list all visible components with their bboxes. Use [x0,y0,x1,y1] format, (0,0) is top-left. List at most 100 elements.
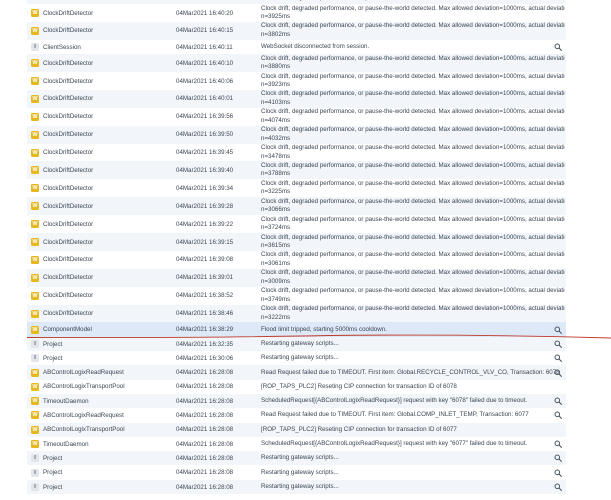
timestamp: 04Mar2021 16:38:46 [176,310,234,318]
log-message: Clock drift, degraded performance, or pa… [261,180,565,197]
magnifier-icon[interactable] [554,454,562,463]
logger-name: ClockDriftDetector [43,184,94,192]
timestamp: 04Mar2021 16:40:11 [176,43,233,51]
log-message: Restarting gateway scripts... [261,340,565,348]
log-message-line-2: n=3615ms [261,241,291,249]
info-level-badge: I [31,454,39,463]
logger-name: TimeoutDaemon [43,397,89,405]
timestamp: 04Mar2021 16:39:50 [176,131,234,139]
log-message-line-1: Clock drift, degraded performance, or pa… [261,90,565,98]
log-row[interactable]: W ClockDriftDetector 04Mar2021 16:39:22 … [27,215,566,233]
magnifier-icon[interactable] [554,354,562,363]
log-message-line-2: n=4074ms [261,116,291,124]
log-message: Read Request failed due to TIMEOUT. Firs… [261,369,565,377]
log-message-line-1: [ROP_TAPS_PLC2] Reseting CIP connection … [261,382,457,390]
log-message: ScheduledRequest[{ABControlLogixReadRequ… [261,397,565,405]
info-level-badge: I [31,339,39,348]
log-message-line-1: Clock drift, degraded performance, or pa… [261,162,565,170]
log-row[interactable]: I Project 04Mar2021 16:32:35 Restarting … [27,336,566,352]
log-message-line-2: n=4032ms [261,134,291,142]
magnifier-icon[interactable] [554,397,562,406]
log-message: Restarting gateway scripts... [261,454,565,462]
log-row[interactable]: W ClockDriftDetector 04Mar2021 16:40:20 … [27,4,566,22]
timestamp: 04Mar2021 16:28:08 [176,412,234,420]
log-row[interactable]: W ABControlLogixTransportPool 04Mar2021 … [27,379,566,394]
log-message-line-2: n=3802ms [261,30,291,38]
magnifier-icon[interactable] [554,326,562,334]
logger-name: Project [43,354,63,362]
logger-name: ComponentModel [43,326,92,334]
log-row[interactable]: W ClockDriftDetector 04Mar2021 16:38:52 … [27,286,566,305]
log-row[interactable]: I Project 04Mar2021 16:28:08 Restarting … [27,451,566,466]
logger-name: Project [43,340,63,348]
log-row[interactable]: W ClockDriftDetector 04Mar2021 16:40:10 … [27,54,566,72]
log-row[interactable]: I Project 04Mar2021 16:28:08 Restarting … [27,465,566,480]
log-message: [ROP_TAPS_PLC2] Reseting CIP connection … [261,383,565,391]
log-message-line-1: Clock drift, degraded performance, or pa… [261,126,565,134]
warning-level-badge: W [31,368,39,377]
timestamp: 04Mar2021 16:38:29 [176,326,234,334]
log-row[interactable]: W ClockDriftDetector 04Mar2021 16:39:01 … [27,268,566,287]
log-message-line-1: Clock drift, degraded performance, or pa… [261,287,565,295]
log-row[interactable]: W TimeoutDaemon 04Mar2021 16:28:08 Sched… [27,436,566,452]
log-message-line-2: n=3880ms [261,63,291,71]
log-message-line-1: Restarting gateway scripts... [261,339,339,347]
magnifier-icon[interactable] [554,469,562,477]
log-row[interactable]: W ClockDriftDetector 04Mar2021 16:39:40 … [27,161,566,180]
log-message-line-1: Clock drift, degraded performance, or pa… [261,144,565,152]
logger-name: ClientSession [43,43,81,51]
log-row[interactable]: W ClockDriftDetector 04Mar2021 16:40:06 … [27,71,566,90]
logger-name: ABControlLogixTransportPool [43,426,125,434]
log-row[interactable]: W ClockDriftDetector 04Mar2021 16:39:15 … [27,232,566,251]
log-message-line-1: Restarting gateway scripts... [261,354,339,362]
magnifier-icon[interactable] [554,43,562,51]
log-message-line-1: Clock drift, degraded performance, or pa… [261,179,565,187]
warning-level-badge: W [31,130,39,139]
magnifier-icon[interactable] [554,483,562,491]
log-row[interactable]: W TimeoutDaemon 04Mar2021 16:28:08 Sched… [27,393,566,409]
timestamp: 04Mar2021 16:28:08 [176,440,234,448]
magnifier-icon[interactable] [554,440,562,448]
log-message: Clock drift, degraded performance, or pa… [261,73,565,90]
log-row[interactable]: I Project 04Mar2021 16:28:08 Restarting … [27,479,566,494]
timestamp: 04Mar2021 16:39:22 [176,220,234,228]
log-row[interactable]: W ABControlLogixTransportPool 04Mar2021 … [27,422,566,437]
log-message-line-2: n=3925ms [261,13,291,20]
log-row[interactable]: W ClockDriftDetector 04Mar2021 16:39:50 … [27,125,566,144]
logger-name: ClockDriftDetector [43,274,94,282]
log-row[interactable]: W ClockDriftDetector 04Mar2021 16:40:15 … [27,21,566,40]
log-row[interactable]: W ClockDriftDetector 04Mar2021 16:39:28 … [27,197,566,216]
log-row[interactable]: W ClockDriftDetector 04Mar2021 16:39:45 … [27,143,566,162]
log-row[interactable]: W ABControlLogixReadRequest 04Mar2021 16… [27,408,566,423]
magnifier-icon[interactable] [554,411,562,420]
log-message: Restarting gateway scripts... [261,469,565,477]
log-row[interactable]: W ClockDriftDetector 04Mar2021 16:40:01 … [27,89,566,108]
log-message: Clock drift, degraded performance, or pa… [261,216,565,233]
log-row[interactable]: W ClockDriftDetector 04Mar2021 16:39:56 … [27,107,566,126]
log-row[interactable]: W ComponentModel 04Mar2021 16:38:29 Floo… [27,322,566,337]
logger-name: ClockDriftDetector [43,202,94,210]
logger-name: ABControlLogixTransportPool [43,383,125,391]
log-message-line-1: [ROP_TAPS_PLC2] Reseting CIP connection … [261,425,457,433]
warning-level-badge: W [31,76,39,85]
logger-name: ClockDriftDetector [43,9,94,17]
log-row[interactable]: I Project 04Mar2021 16:30:06 Restarting … [27,351,566,366]
warning-level-badge: W [31,291,39,300]
logger-name: ABControlLogixReadRequest [43,412,124,420]
log-message-line-1: Clock drift, degraded performance, or pa… [261,54,565,62]
log-row[interactable]: I ClientSession 04Mar2021 16:40:11 WebSo… [27,39,566,55]
log-message-line-2: n=3923ms [261,80,291,88]
log-message-line-1: Clock drift, degraded performance, or pa… [261,22,565,30]
log-row[interactable]: W ABControlLogixReadRequest 04Mar2021 16… [27,365,566,380]
log-row[interactable]: W ClockDriftDetector 04Mar2021 16:39:08 … [27,250,566,269]
log-message-line-2: n=3724ms [261,224,291,232]
log-message: [ROP_TAPS_PLC2] Reseting CIP connection … [261,426,565,434]
logger-name: ClockDriftDetector [43,310,94,318]
log-row[interactable]: W ClockDriftDetector 04Mar2021 16:39:34 … [27,179,566,198]
log-row[interactable]: W ClockDriftDetector 04Mar2021 16:38:46 … [27,304,566,323]
magnifier-icon[interactable] [554,369,562,377]
logger-name: ClockDriftDetector [43,113,94,121]
log-message: ScheduledRequest[{ABControlLogixReadRequ… [261,440,565,448]
logger-name: Project [43,454,63,462]
magnifier-icon[interactable] [554,340,562,348]
